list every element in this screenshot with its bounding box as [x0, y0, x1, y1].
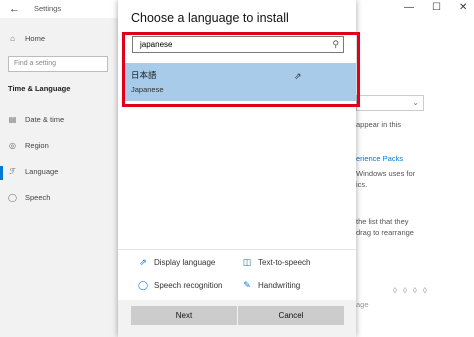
sidebar-item-home[interactable]: ⌂ Home [8, 34, 45, 43]
window-title: Settings [34, 4, 62, 13]
choose-language-dialog: Choose a language to install japanese ⚲ … [118, 0, 360, 337]
language-icon: ℱ [9, 167, 16, 176]
sidebar: ⌂ Home Find a setting Time & Language ▤ … [0, 18, 118, 337]
next-button[interactable]: Next [131, 306, 237, 325]
dialog-title: Choose a language to install [131, 11, 289, 25]
language-option-icons: ◊◊◊◊ [393, 286, 433, 295]
sidebar-item-region[interactable]: ◎ Region [8, 141, 49, 150]
maximize-icon[interactable]: ☐ [432, 2, 441, 13]
feature-text-to-speech: ◫ Text-to-speech [242, 257, 311, 268]
sidebar-item-label: Language [25, 167, 59, 176]
feature-label: Text-to-speech [258, 258, 311, 267]
feature-speech-recognition: ◯ Speech recognition [138, 280, 223, 291]
sidebar-item-label: Home [25, 34, 46, 43]
sidebar-item-label: Region [25, 141, 49, 150]
display-language-icon: ⇗ [139, 257, 147, 267]
microphone-icon: ◯ [138, 280, 149, 290]
find-setting-input[interactable]: Find a setting [8, 56, 108, 72]
feature-display-language: ⇗ Display language [138, 257, 215, 268]
background-text: Windows uses for [356, 169, 416, 178]
divider [118, 249, 356, 250]
feature-label: Handwriting [258, 281, 301, 290]
red-highlight-annotation [122, 32, 360, 107]
feature-label: Speech recognition [154, 281, 223, 290]
text-to-speech-icon: ◫ [242, 257, 252, 267]
globe-icon: ◎ [9, 141, 16, 150]
background-text: the list that they [356, 217, 409, 226]
experience-packs-link[interactable]: erience Packs [356, 154, 403, 163]
sidebar-item-language[interactable]: ℱ Language [8, 167, 58, 176]
sidebar-item-speech[interactable]: ◯ Speech [8, 193, 50, 202]
sidebar-item-label: Speech [25, 193, 51, 202]
back-arrow-icon[interactable]: ← [9, 3, 20, 15]
selected-indicator [0, 166, 3, 180]
minimize-icon[interactable]: — [404, 2, 414, 13]
microphone-icon: ◯ [8, 193, 17, 202]
background-text: age [356, 300, 369, 309]
handwriting-icon: ✎ [243, 280, 251, 290]
sidebar-item-date-time[interactable]: ▤ Date & time [8, 115, 64, 124]
feature-label: Display language [154, 258, 216, 267]
close-icon[interactable]: ✕ [459, 2, 467, 13]
feature-handwriting: ✎ Handwriting [242, 280, 300, 291]
dialog-footer: Next Cancel [118, 300, 356, 337]
calendar-clock-icon: ▤ [8, 115, 17, 124]
background-text: appear in this [356, 120, 402, 129]
background-text: drag to rearrange [356, 228, 414, 237]
cancel-button[interactable]: Cancel [238, 306, 344, 325]
sidebar-section-title: Time & Language [8, 84, 71, 93]
home-icon: ⌂ [10, 34, 15, 43]
sidebar-item-label: Date & time [25, 115, 65, 124]
chevron-down-icon: ⌄ [412, 98, 419, 107]
background-text: ics. [356, 180, 368, 189]
language-dropdown[interactable]: ⌄ [356, 95, 424, 111]
